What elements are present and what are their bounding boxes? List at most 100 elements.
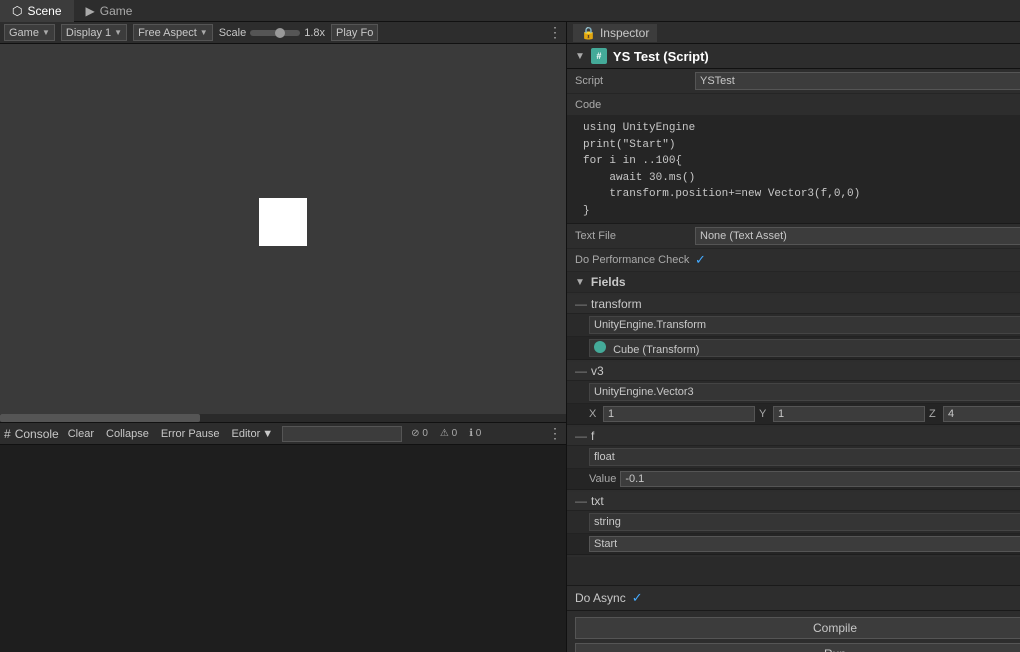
left-panel: Game ▼ Display 1 ▼ Free Aspect ▼ Scale 1… xyxy=(0,22,566,652)
scene-tab-label: Scene xyxy=(27,4,61,18)
transform-object-row: Cube (Transform) ◎ xyxy=(567,337,1020,360)
transform-type-value: UnityEngine.Transform xyxy=(594,319,706,331)
game-dropdown-arrow: ▼ xyxy=(42,28,50,37)
do-perf-checkmark[interactable]: ✓ xyxy=(695,252,706,268)
f-type-box[interactable]: float ▼ xyxy=(589,448,1020,466)
game-toolbar-overflow[interactable]: ⋮ xyxy=(548,24,562,41)
v3-z-input[interactable] xyxy=(943,406,1020,422)
error-badge: ⊘ 0 xyxy=(408,428,431,439)
display-dropdown[interactable]: Display 1 ▼ xyxy=(61,24,127,41)
script-icon: # xyxy=(591,48,607,64)
txt-value-input[interactable] xyxy=(589,536,1020,552)
h-scrollbar[interactable] xyxy=(0,414,566,422)
game-viewport xyxy=(0,44,566,414)
fields-header: ▼ Fields 4 xyxy=(567,272,1020,293)
f-field-name: f xyxy=(591,429,1020,443)
script-row: Script YSTest ◎ xyxy=(567,69,1020,94)
v3-x-input[interactable] xyxy=(603,406,755,422)
play-button[interactable]: Play Fo xyxy=(331,24,378,41)
v3-type-row: UnityEngine.Vector3 ▼ xyxy=(567,381,1020,404)
code-label: Code xyxy=(575,99,695,111)
code-block: using UnityEngine print("Start") for i i… xyxy=(567,116,1020,224)
text-file-value: None (Text Asset) xyxy=(700,230,787,242)
f-value-row: Value xyxy=(567,469,1020,490)
txt-type-box[interactable]: string ▼ xyxy=(589,513,1020,531)
code-line-5: transform.position+=new Vector3(f,0,0) xyxy=(583,186,1020,203)
info-badge: ℹ 0 xyxy=(466,428,484,439)
collapse-button[interactable]: Collapse xyxy=(103,427,152,441)
game-tab-label: Game xyxy=(100,4,133,18)
compile-button[interactable]: Compile xyxy=(575,617,1020,639)
text-file-value-box[interactable]: None (Text Asset) ◎ xyxy=(695,227,1020,245)
code-line-4: await 30.ms() xyxy=(583,170,1020,187)
f-field-group: — f float ▼ Value xyxy=(567,427,1020,490)
tab-scene[interactable]: ⬡ Scene xyxy=(0,0,74,22)
clear-button[interactable]: Clear xyxy=(65,427,97,441)
v3-y-label: Y xyxy=(759,408,771,420)
do-async-checkmark[interactable]: ✓ xyxy=(632,590,643,606)
fields-collapse-arrow[interactable]: ▼ xyxy=(575,277,585,288)
f-value-label: Value xyxy=(589,473,616,485)
v3-values-row: X Y Z xyxy=(567,404,1020,425)
text-file-label: Text File xyxy=(575,230,695,242)
transform-object-value: Cube (Transform) xyxy=(613,344,699,356)
transform-field-group: — transform UnityEngine.Transform ▼ Cube… xyxy=(567,295,1020,360)
console-content xyxy=(0,445,566,652)
scene-tab-icon: ⬡ xyxy=(12,4,22,18)
scale-slider-knob xyxy=(275,28,285,38)
inspector-tab-label: Inspector xyxy=(600,26,649,40)
tab-game[interactable]: ▶ Game xyxy=(74,0,145,22)
script-collapse-arrow[interactable]: ▼ xyxy=(575,51,585,62)
editor-button[interactable]: Editor ▼ xyxy=(229,427,277,441)
error-pause-button[interactable]: Error Pause xyxy=(158,427,223,441)
inspector-content: ▼ # YS Test (Script) ? ≡ ⋮ Script YSTest… xyxy=(567,44,1020,652)
warn-badge: ⚠ 0 xyxy=(437,428,460,439)
console-title-label: Console xyxy=(15,427,59,441)
v3-x-label: X xyxy=(589,408,601,420)
txt-dash: — xyxy=(575,494,587,508)
f-value-input[interactable] xyxy=(620,471,1020,487)
aspect-dropdown-arrow: ▼ xyxy=(200,28,208,37)
inspector-tab[interactable]: 🔒 Inspector xyxy=(573,24,657,42)
console-search-input[interactable] xyxy=(282,426,402,442)
v3-type-box[interactable]: UnityEngine.Vector3 ▼ xyxy=(589,383,1020,401)
do-perf-label: Do Performance Check xyxy=(575,254,695,266)
display-dropdown-arrow: ▼ xyxy=(114,28,122,37)
inspector-panel: 🔒 Inspector 📌 ⋮ ▼ # YS Test (Script) ? ≡… xyxy=(566,22,1020,652)
game-tab-icon: ▶ xyxy=(86,4,95,18)
v3-y-input[interactable] xyxy=(773,406,925,422)
v3-z-field: Z xyxy=(929,406,1020,422)
script-value-box[interactable]: YSTest ◎ xyxy=(695,72,1020,90)
fields-label: Fields xyxy=(591,275,1020,289)
v3-type-value: UnityEngine.Vector3 xyxy=(594,386,694,398)
do-async-label: Do Async xyxy=(575,591,626,605)
scale-slider[interactable] xyxy=(250,30,300,36)
code-label-row: Code xyxy=(567,94,1020,116)
txt-field-group: — txt string ▼ xyxy=(567,492,1020,555)
play-label: Play Fo xyxy=(336,27,373,39)
v3-field-name: v3 xyxy=(591,364,1020,378)
game-dropdown[interactable]: Game ▼ xyxy=(4,24,55,41)
txt-field-header: — txt xyxy=(567,492,1020,511)
txt-type-row: string ▼ xyxy=(567,511,1020,534)
code-line-3: for i in ..100{ xyxy=(583,153,1020,170)
add-remove-row: + - xyxy=(567,557,1020,586)
aspect-dropdown[interactable]: Free Aspect ▼ xyxy=(133,24,213,41)
h-scrollbar-thumb xyxy=(0,414,200,422)
console-hash-icon: # xyxy=(4,427,11,441)
console-toolbar: # Console Clear Collapse Error Pause Edi… xyxy=(0,423,566,445)
v3-y-field: Y xyxy=(759,406,925,422)
do-perf-row: Do Performance Check ✓ xyxy=(567,249,1020,272)
f-type-value: float xyxy=(594,451,615,463)
display-label: Display 1 xyxy=(66,27,111,39)
run-button[interactable]: Run xyxy=(575,643,1020,652)
transform-type-box[interactable]: UnityEngine.Transform ▼ xyxy=(589,316,1020,334)
transform-object-icon: Cube (Transform) xyxy=(594,341,699,356)
console-overflow[interactable]: ⋮ xyxy=(548,425,562,442)
script-label: Script xyxy=(575,75,695,87)
code-line-6: } xyxy=(583,203,1020,220)
transform-object-box[interactable]: Cube (Transform) ◎ xyxy=(589,339,1020,357)
script-header: ▼ # YS Test (Script) ? ≡ ⋮ xyxy=(567,44,1020,69)
txt-value-row xyxy=(567,534,1020,555)
transform-field-name: transform xyxy=(591,297,1020,311)
